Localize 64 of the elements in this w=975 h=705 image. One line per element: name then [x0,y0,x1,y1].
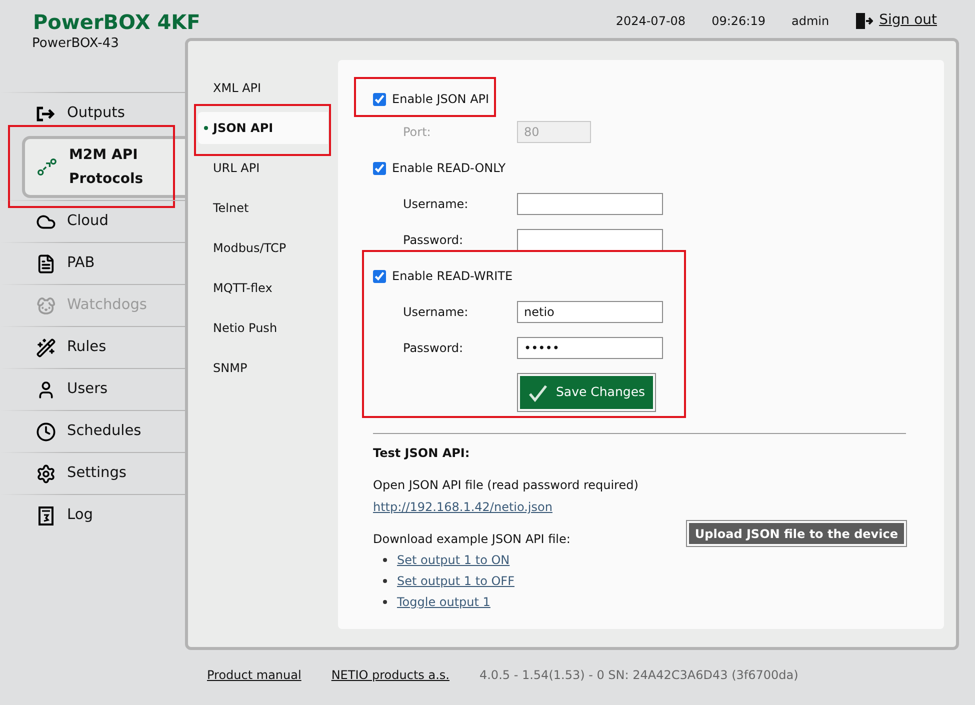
input-field[interactable]: netio [517,301,663,323]
input-field[interactable] [517,193,663,215]
protocol-tab[interactable]: Modbus/TCP [198,232,328,264]
nav-item[interactable]: Cloud [0,201,185,242]
bullet-icon [204,126,208,130]
checkmark-icon [528,384,548,402]
checkbox[interactable] [373,162,386,174]
nav-item[interactable]: PAB [0,243,185,284]
protocol-tab[interactable]: XML API [198,72,328,104]
bullet-icon [383,558,387,562]
date-text: 2024-07-08 [616,12,686,30]
nav-item[interactable]: Rules [0,327,185,368]
document-icon [36,254,56,274]
footer-link[interactable]: Product manual [207,666,302,684]
magic-wand-icon [36,338,56,358]
nav-item[interactable]: Schedules [0,411,185,452]
nav-item[interactable]: Outputs [0,93,185,134]
input-field[interactable]: ••••• [517,337,663,359]
checkbox[interactable] [373,92,386,106]
input-field[interactable] [517,229,663,251]
description-text: Download example JSON API file: [373,531,570,548]
download-link[interactable]: Toggle output 1 [397,593,490,611]
field-label: Port: [403,124,432,141]
settings-icon [36,464,56,484]
checkbox[interactable] [373,270,386,282]
exit-door-icon [855,12,874,30]
protocol-tab[interactable]: Netio Push [198,312,328,344]
dog-icon [36,296,56,316]
protocol-tab[interactable]: Telnet [198,192,328,224]
protocol-tab[interactable]: JSON API [198,112,328,144]
field-label: Username: [403,196,470,213]
checkbox-label: Enable READ-ONLY [392,160,506,177]
sign-out-link[interactable]: Sign out [855,10,937,31]
protocol-tab[interactable]: SNMP [198,352,328,384]
checkbox-label: Enable READ-WRITE [392,268,513,285]
bullet-icon [383,600,387,604]
app-title: PowerBOX 4KF [33,9,200,36]
json-file-link[interactable]: http://192.168.1.42/netio.json [373,498,906,516]
download-link[interactable]: Set output 1 to OFF [397,572,514,590]
field-label: Password: [403,340,464,357]
clock-icon [36,422,56,442]
log-page-icon [38,506,54,526]
version-text: 4.0.5 - 1.54(1.53) - 0 SN: 24A42C3A6D43 (3f6700da) [479,667,798,684]
description-text: Open JSON API file (read password required) [373,477,640,494]
footer-link[interactable]: NETIO products a.s. [331,666,450,684]
field-label: Username: [403,304,470,321]
bullet-icon [383,579,387,583]
checkbox-label: Enable JSON API [392,91,490,108]
section-heading: Test JSON API: [373,445,471,462]
user-name: admin [791,12,830,30]
upload-button[interactable]: Upload JSON file to the device [686,521,906,546]
save-button[interactable]: Save Changes [518,374,656,411]
connection-arrow-icon [37,157,57,177]
exit-arrow-icon [36,106,56,122]
download-link[interactable]: Set output 1 to ON [397,551,510,569]
nav-item[interactable]: Settings [0,453,185,494]
field-label: Password: [403,232,464,249]
device-name: PowerBOX-43 [32,36,120,52]
protocol-tab[interactable]: MQTT-flex [198,272,328,304]
nav-item[interactable]: M2M API Protocols [22,136,185,198]
time-text: 09:26:19 [712,12,766,30]
nav-item[interactable]: Users [0,369,185,410]
nav-item[interactable]: Log [0,495,185,536]
protocol-tab[interactable]: URL API [198,152,328,184]
